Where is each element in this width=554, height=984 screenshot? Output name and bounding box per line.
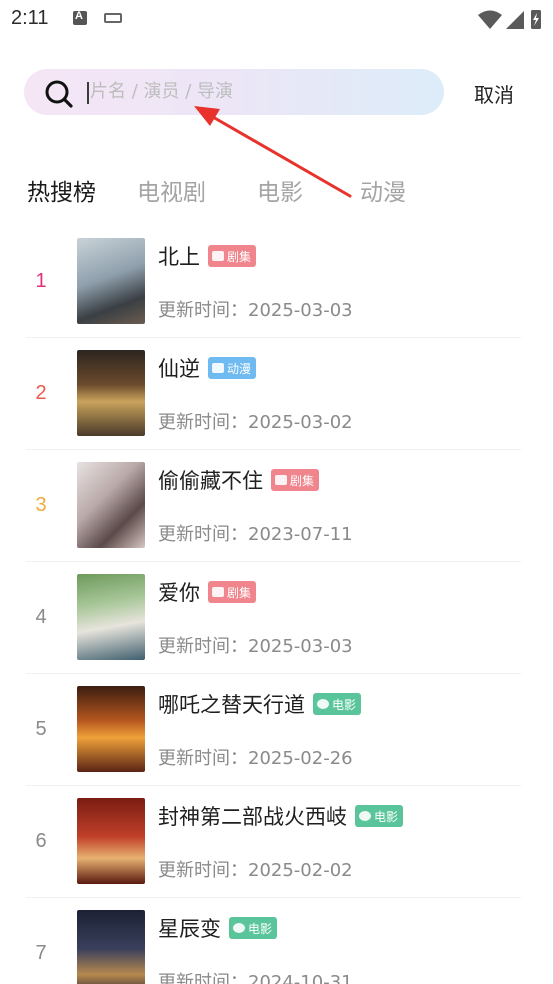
item-title: 北上 [158,245,200,269]
wifi-icon [478,10,502,29]
rank-number: 4 [35,606,47,628]
signal-icon [506,11,524,29]
category-badge: 剧集 [208,581,257,603]
tab-movies[interactable]: 电影 [257,173,303,207]
item-title: 爱你 [158,581,200,605]
keyboard-icon [104,13,122,23]
update-time: 更新时间：2025-03-03 [158,300,353,321]
search-icon[interactable] [44,79,74,109]
list-item[interactable]: 2 仙逆 动漫 更新时间：2025-03-02 [0,338,554,450]
item-title: 偷偷藏不住 [158,469,263,493]
film-reel-icon [233,923,245,933]
system-status-icons [478,10,541,29]
category-badge: 电影 [313,693,362,715]
poster-image[interactable] [77,574,145,660]
update-time: 更新时间：2023-07-11 [158,524,353,545]
item-title: 星辰变 [158,917,221,941]
rank-number: 2 [35,382,47,404]
poster-image[interactable] [77,686,145,772]
category-badge: 动漫 [208,357,257,379]
category-badge: 电影 [229,917,278,939]
list-item[interactable]: 1 北上 剧集 更新时间：2025-03-03 [0,226,554,338]
rank-number: 1 [35,270,47,292]
item-title: 哪吒之替天行道 [158,693,305,717]
item-title: 封神第二部战火西岐 [158,805,347,829]
film-reel-icon [359,811,371,821]
update-time: 更新时间：2025-02-02 [158,860,353,881]
anime-icon [212,363,224,373]
category-badge: 剧集 [208,245,257,267]
poster-image[interactable] [77,798,145,884]
list-item[interactable]: 6 封神第二部战火西岐 电影 更新时间：2025-02-02 [0,786,554,898]
poster-image[interactable] [77,350,145,436]
poster-image[interactable] [77,910,145,984]
update-time: 更新时间：2025-03-02 [158,412,353,433]
film-reel-icon [317,699,329,709]
text-input-notification-icon [73,10,87,25]
tab-hot-search[interactable]: 热搜榜 [27,173,96,207]
rank-number: 3 [35,494,47,516]
status-time: 2:11 [11,7,49,29]
update-time: 更新时间：2025-03-03 [158,636,353,657]
update-time: 更新时间：2025-02-26 [158,748,353,769]
status-bar: 2:11 [0,0,554,38]
poster-image[interactable] [77,462,145,548]
tab-anime[interactable]: 动漫 [360,173,406,207]
list-item[interactable]: 4 爱你 剧集 更新时间：2025-03-03 [0,562,554,674]
rank-number: 7 [35,942,47,964]
item-title: 仙逆 [158,357,200,381]
rank-number: 5 [35,718,47,740]
tv-icon [212,251,224,261]
tv-icon [212,587,224,597]
text-cursor [87,82,89,104]
update-time: 更新时间：2024-10-31 [158,972,353,984]
poster-image[interactable] [77,238,145,324]
cancel-button[interactable]: 取消 [474,79,514,108]
tab-tv-series[interactable]: 电视剧 [137,173,206,207]
list-item[interactable]: 7 星辰变 电影 更新时间：2024-10-31 [0,898,554,984]
list-item[interactable]: 3 偷偷藏不住 剧集 更新时间：2023-07-11 [0,450,554,562]
tv-icon [275,475,287,485]
category-badge: 剧集 [271,469,320,491]
category-badge: 电影 [355,805,404,827]
rank-number: 6 [35,830,47,852]
list-item[interactable]: 5 哪吒之替天行道 电影 更新时间：2025-02-26 [0,674,554,786]
